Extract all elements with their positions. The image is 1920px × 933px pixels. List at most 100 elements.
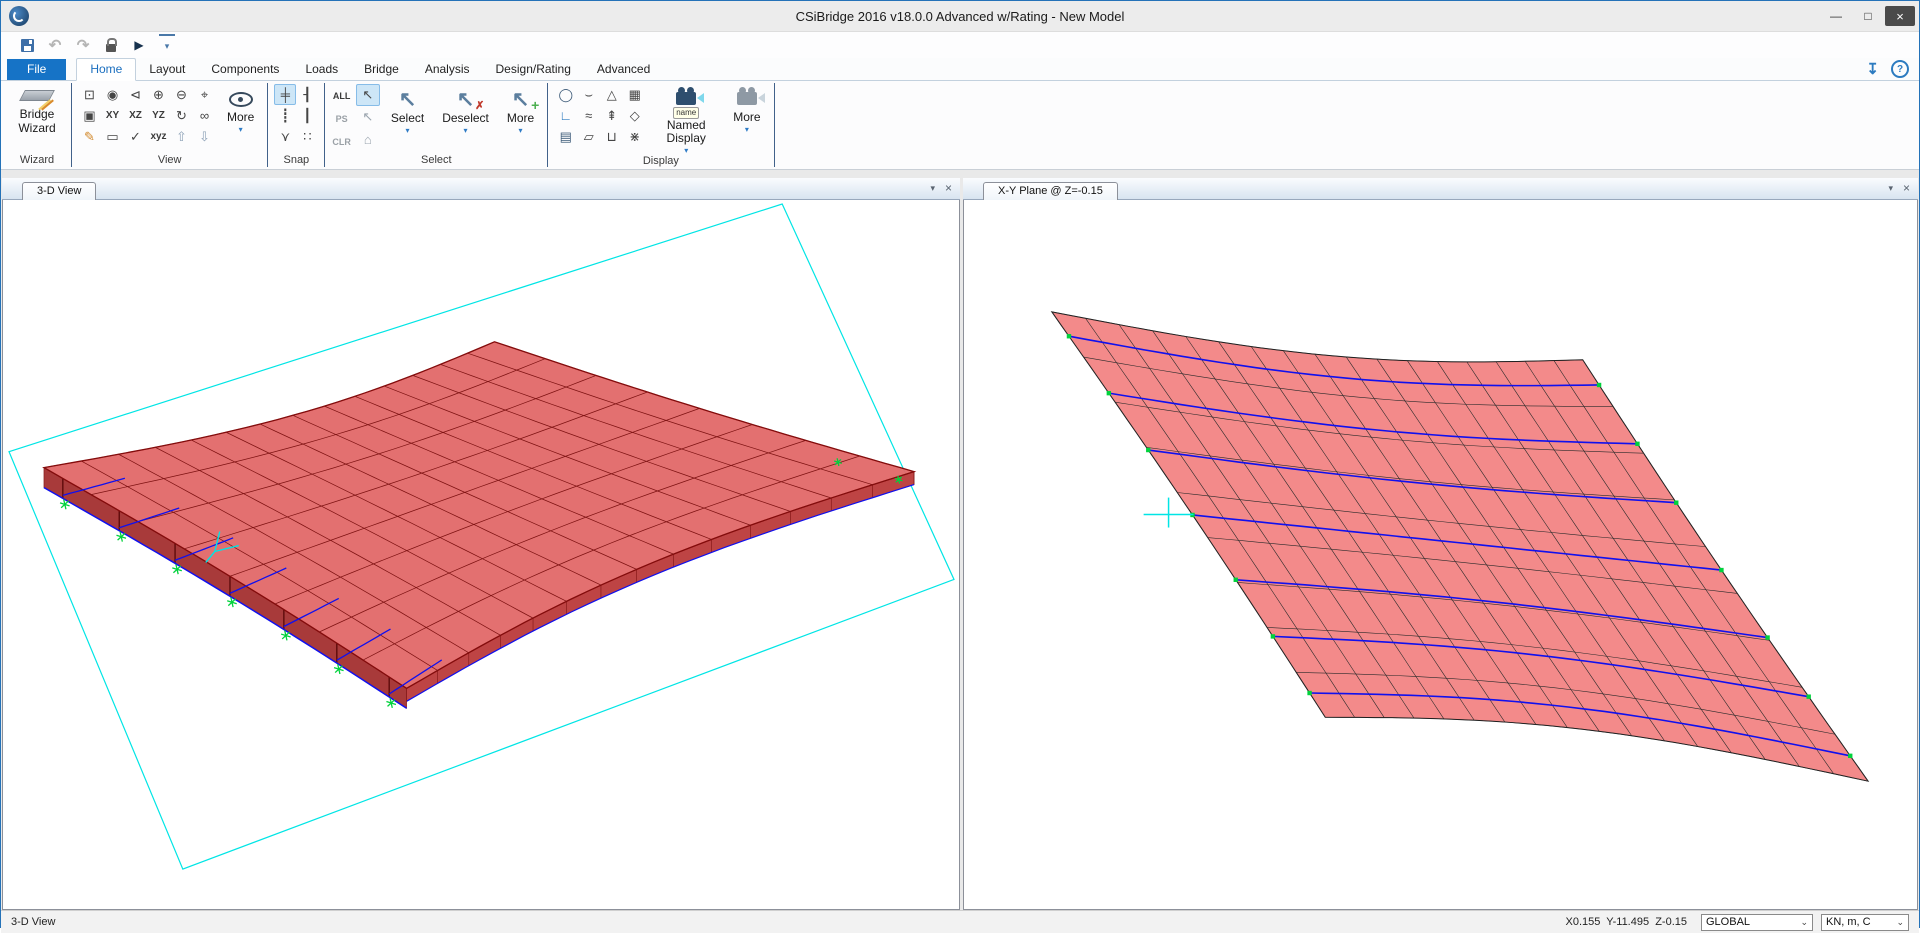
panel-close-icon[interactable]: × — [1903, 181, 1910, 195]
display-pole-button[interactable]: ⇞ — [600, 105, 623, 126]
snap-midpoints-button[interactable]: ┋ — [274, 105, 296, 126]
pointer-deselect-button[interactable]: ↖ — [356, 106, 380, 128]
panel-close-icon[interactable]: × — [945, 181, 952, 195]
download-button[interactable]: ↧ — [1866, 60, 1879, 78]
help-button[interactable]: ? — [1891, 60, 1909, 78]
display-cube-button[interactable]: ◇ — [623, 105, 646, 126]
perspective-glasses-icon: ∞ — [200, 108, 209, 123]
run-analysis-button[interactable]: ▶ — [131, 35, 147, 55]
move-up-button[interactable]: ⇧ — [170, 126, 193, 147]
pencil-button[interactable]: ✎ — [78, 126, 101, 147]
zoom-window-button[interactable]: ⊡ — [78, 84, 101, 105]
chevron-down-icon: ⌄ — [1896, 917, 1904, 928]
zoom-in-button[interactable]: ⊕ — [147, 84, 170, 105]
display-ring-button[interactable]: ◯ — [554, 84, 577, 105]
snap-ends-button[interactable]: ┨ — [296, 84, 318, 105]
select-previous-button[interactable]: PS — [331, 107, 352, 130]
named-display-button[interactable]: name Named Display ▾ — [650, 84, 722, 155]
triangle-icon: △ — [607, 87, 617, 103]
display-arc-button[interactable]: ⌣ — [577, 84, 600, 105]
snap-lines-icon: ┃ — [303, 108, 311, 124]
panel-tab-xy-plane[interactable]: X-Y Plane @ Z=-0.15 — [983, 182, 1118, 200]
panel-menu-icon[interactable]: ▾ — [1888, 183, 1893, 194]
display-eraser-button[interactable]: ▱ — [577, 126, 600, 147]
ribbon-tab-file[interactable]: File — [7, 59, 66, 80]
eraser-icon: ▱ — [584, 129, 594, 145]
redo-button[interactable]: ↷ — [75, 35, 91, 55]
undo-button[interactable]: ↶ — [47, 35, 63, 55]
qat-customize-button[interactable]: ▾ — [159, 34, 175, 57]
redo-icon: ↷ — [77, 36, 90, 54]
display-dashed-button[interactable]: ⋇ — [623, 126, 646, 147]
display-triangle-button[interactable]: △ — [600, 84, 623, 105]
perspective-button[interactable]: ∞ — [193, 105, 216, 126]
group-label-view: View — [72, 154, 267, 169]
window-titlebar: CSiBridge 2016 v18.0.0 Advanced w/Rating… — [1, 1, 1919, 32]
zoom-previous-button[interactable]: ⊲ — [124, 84, 147, 105]
arc-icon: ⌣ — [584, 87, 593, 103]
view-xy-button[interactable]: XY — [101, 105, 124, 126]
ribbon-tab-components[interactable]: Components — [198, 59, 292, 80]
pointer-select-button[interactable]: ↖ — [356, 84, 380, 106]
ribbon-group-view: ⊡ ◉ ⊲ ⊕ ⊖ ⌖ ▣ XY XZ YZ ↻ ∞ ✎ ▭ ✓ xyz ⇧ ⇩ — [72, 81, 267, 169]
ribbon-tab-analysis[interactable]: Analysis — [412, 59, 483, 80]
display-table-button[interactable]: ▤ — [554, 126, 577, 147]
ribbon-tab-loads[interactable]: Loads — [292, 59, 351, 80]
lock-icon — [106, 44, 116, 52]
display-curves-button[interactable]: ≈ — [577, 105, 600, 126]
snap-lines-button[interactable]: ┃ — [296, 105, 318, 126]
chevron-down-icon: ▾ — [406, 127, 410, 135]
snap-points-button[interactable]: ╪ — [274, 84, 296, 105]
view-3d-button[interactable]: ▣ — [78, 105, 101, 126]
minimize-button[interactable]: — — [1821, 6, 1851, 26]
pointer-select-icon: ↖ — [362, 87, 373, 103]
panel-tab-3d-view[interactable]: 3-D View — [22, 182, 96, 200]
coordinate-system-value: GLOBAL — [1706, 916, 1750, 928]
bridge-wizard-label: Bridge Wizard — [13, 107, 61, 136]
snap-intersections-button[interactable]: ⋎ — [274, 126, 296, 147]
cursor-icon: ↖ — [399, 89, 417, 110]
close-button[interactable]: × — [1885, 6, 1915, 26]
ribbon-tab-bridge[interactable]: Bridge — [351, 59, 412, 80]
snap-grid-button[interactable]: ∷ — [296, 126, 318, 147]
select-button[interactable]: ↖ Select ▾ — [384, 84, 431, 135]
ribbon-tab-home[interactable]: Home — [76, 58, 136, 81]
clear-selection-button[interactable]: CLR — [331, 130, 352, 153]
set-limits-button[interactable]: ▭ — [101, 126, 124, 147]
ribbon-tab-advanced[interactable]: Advanced — [584, 59, 663, 80]
zoom-out-button[interactable]: ⊖ — [170, 84, 193, 105]
pan-button[interactable]: ⌖ — [193, 84, 216, 105]
ribbon: Bridge Wizard Wizard ⊡ ◉ ⊲ ⊕ ⊖ ⌖ ▣ XY XZ… — [1, 81, 1919, 170]
ribbon-tab-design-rating[interactable]: Design/Rating — [483, 59, 584, 80]
panel-menu-icon[interactable]: ▾ — [930, 183, 935, 194]
display-hatch-button[interactable]: ▦ — [623, 84, 646, 105]
camera-icon — [676, 92, 696, 105]
zoom-full-button[interactable]: ◉ — [101, 84, 124, 105]
view-yz-button[interactable]: YZ — [147, 105, 170, 126]
lock-model-button[interactable] — [103, 35, 119, 55]
run-icon: ▶ — [134, 38, 143, 52]
maximize-icon: □ — [1864, 9, 1871, 23]
axes-xyz-button[interactable]: xyz — [147, 126, 170, 147]
view-more-button[interactable]: More ▾ — [220, 84, 261, 134]
select-more-button[interactable]: ↖ + More ▾ — [500, 84, 541, 135]
rotate-view-button[interactable]: ↻ — [170, 105, 193, 126]
group-label-snap: Snap — [268, 154, 324, 169]
ribbon-tab-layout[interactable]: Layout — [136, 59, 198, 80]
deselect-button[interactable]: ↖ ✗ Deselect ▾ — [435, 84, 496, 135]
maximize-button[interactable]: □ — [1853, 6, 1883, 26]
snap-intersections-icon: ⋎ — [281, 129, 291, 145]
plan-view-viewport[interactable] — [963, 200, 1918, 910]
3d-view-viewport[interactable] — [2, 200, 960, 910]
display-plane-button[interactable]: ∟ — [554, 105, 577, 126]
view-xz-button[interactable]: XZ — [124, 105, 147, 126]
save-button[interactable] — [19, 35, 35, 55]
bridge-wizard-button[interactable]: Bridge Wizard — [9, 84, 65, 136]
poly-select-button[interactable]: ⌂ — [356, 128, 380, 150]
display-section-button[interactable]: ⊔ — [600, 126, 623, 147]
check-button[interactable]: ✓ — [124, 126, 147, 147]
display-more-button[interactable]: More ▾ — [726, 84, 767, 134]
move-down-button[interactable]: ⇩ — [193, 126, 216, 147]
chevron-down-icon: ▾ — [165, 42, 170, 51]
select-all-button[interactable]: ALL — [331, 84, 352, 107]
